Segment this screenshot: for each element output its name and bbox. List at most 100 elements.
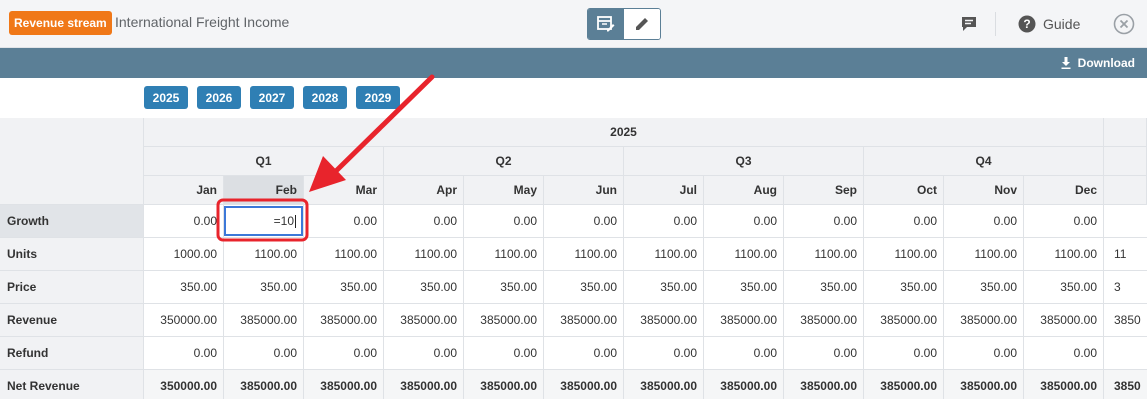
table-cell[interactable]: 350.00: [944, 271, 1024, 304]
year-button-2025[interactable]: 2025: [144, 86, 188, 109]
month-header-feb: Feb: [224, 176, 304, 205]
table-cell[interactable]: 1100.00: [864, 238, 944, 271]
table-cell[interactable]: 385000.00: [304, 304, 384, 337]
table-cell-overflow[interactable]: 3850: [1104, 370, 1147, 399]
table-cell[interactable]: 350.00: [624, 271, 704, 304]
table-cell[interactable]: 1100.00: [544, 238, 624, 271]
month-header-sep: Sep: [784, 176, 864, 205]
table-cell[interactable]: 1100.00: [1024, 238, 1104, 271]
month-header-oct: Oct: [864, 176, 944, 205]
download-label: Download: [1077, 56, 1135, 70]
table-cell[interactable]: 0.00: [944, 205, 1024, 238]
table-cell[interactable]: 0.00: [944, 337, 1024, 370]
table-cell[interactable]: 350.00: [864, 271, 944, 304]
table-cell[interactable]: 385000.00: [384, 304, 464, 337]
year-header: 2025: [144, 118, 1104, 147]
table-cell[interactable]: 1100.00: [384, 238, 464, 271]
table-cell[interactable]: 0.00: [144, 205, 224, 238]
table-cell[interactable]: 385000.00: [624, 304, 704, 337]
year-button-2027[interactable]: 2027: [250, 86, 294, 109]
table-cell[interactable]: 1100.00: [784, 238, 864, 271]
table-cell[interactable]: 385000.00: [304, 370, 384, 399]
month-header-dec: Dec: [1024, 176, 1104, 205]
active-cell-editor[interactable]: =10: [224, 206, 303, 236]
table-cell-overflow[interactable]: [1104, 337, 1147, 370]
table-cell[interactable]: 385000.00: [704, 370, 784, 399]
guide-button[interactable]: ? Guide: [1018, 13, 1080, 35]
table-cell[interactable]: 0.00: [704, 337, 784, 370]
table-cell[interactable]: 385000.00: [704, 304, 784, 337]
table-cell[interactable]: 0.00: [864, 337, 944, 370]
table-cell[interactable]: 0.00: [864, 205, 944, 238]
table-cell[interactable]: 385000.00: [1024, 370, 1104, 399]
table-cell[interactable]: 1100.00: [704, 238, 784, 271]
table-cell[interactable]: 385000.00: [544, 304, 624, 337]
table-cell[interactable]: 385000.00: [1024, 304, 1104, 337]
table-cell[interactable]: 350000.00: [144, 370, 224, 399]
table-cell[interactable]: 0.00: [544, 337, 624, 370]
table-cell[interactable]: 350.00: [704, 271, 784, 304]
table-cell[interactable]: 0.00: [704, 205, 784, 238]
table-cell[interactable]: 0.00: [384, 337, 464, 370]
table-cell[interactable]: 0.00: [784, 205, 864, 238]
table-cell[interactable]: 385000.00: [944, 370, 1024, 399]
table-cell[interactable]: 0.00: [1024, 205, 1104, 238]
table-cell[interactable]: 0.00: [544, 205, 624, 238]
table-cell[interactable]: 385000.00: [464, 304, 544, 337]
table-cell[interactable]: 1100.00: [624, 238, 704, 271]
table-cell[interactable]: 350.00: [1024, 271, 1104, 304]
table-cell[interactable]: 350.00: [784, 271, 864, 304]
table-cell[interactable]: 350.00: [304, 271, 384, 304]
table-cell[interactable]: 385000.00: [864, 370, 944, 399]
table-cell[interactable]: 385000.00: [464, 370, 544, 399]
table-cell-overflow[interactable]: 3: [1104, 271, 1147, 304]
table-cell[interactable]: 0.00: [464, 337, 544, 370]
table-cell[interactable]: 0.00: [464, 205, 544, 238]
table-cell[interactable]: 0.00: [304, 205, 384, 238]
table-cell[interactable]: 385000.00: [224, 304, 304, 337]
quarter-header: Q1: [144, 147, 384, 176]
table-cell[interactable]: 0.00: [1024, 337, 1104, 370]
table-cell[interactable]: 385000.00: [544, 370, 624, 399]
table-cell[interactable]: 385000.00: [784, 304, 864, 337]
table-cell[interactable]: 1100.00: [224, 238, 304, 271]
chat-icon[interactable]: [960, 15, 978, 33]
table-cell[interactable]: 0.00: [224, 337, 304, 370]
table-cell[interactable]: 0.00: [304, 337, 384, 370]
year-button-2028[interactable]: 2028: [303, 86, 347, 109]
page-title: International Freight Income: [115, 14, 290, 30]
download-button[interactable]: Download: [1061, 55, 1135, 71]
table-cell-overflow[interactable]: 11: [1104, 238, 1147, 271]
table-cell[interactable]: 1000.00: [144, 238, 224, 271]
table-cell[interactable]: 0.00: [624, 205, 704, 238]
table-cell-overflow[interactable]: 3850: [1104, 304, 1147, 337]
next-quarter-header-stub: [1104, 147, 1147, 176]
table-cell[interactable]: 385000.00: [944, 304, 1024, 337]
table-cell[interactable]: 0.00: [624, 337, 704, 370]
table-cell[interactable]: 350000.00: [144, 304, 224, 337]
table-cell[interactable]: 385000.00: [784, 370, 864, 399]
close-circle-icon[interactable]: [1113, 13, 1135, 35]
table-cell[interactable]: 385000.00: [384, 370, 464, 399]
edit-view-button[interactable]: [624, 9, 660, 39]
table-cell[interactable]: 385000.00: [224, 370, 304, 399]
table-cell-overflow[interactable]: [1104, 205, 1147, 238]
table-cell[interactable]: 1100.00: [944, 238, 1024, 271]
table-cell[interactable]: 0.00: [384, 205, 464, 238]
row-label: Revenue: [0, 304, 144, 337]
table-cell[interactable]: 0.00: [144, 337, 224, 370]
table-cell[interactable]: 350.00: [224, 271, 304, 304]
table-cell[interactable]: 385000.00: [624, 370, 704, 399]
table-cell[interactable]: 385000.00: [864, 304, 944, 337]
table-cell[interactable]: 350.00: [384, 271, 464, 304]
table-cell[interactable]: 350.00: [144, 271, 224, 304]
year-button-2029[interactable]: 2029: [356, 86, 400, 109]
year-button-2026[interactable]: 2026: [197, 86, 241, 109]
table-cell[interactable]: 350.00: [544, 271, 624, 304]
table-cell[interactable]: 1100.00: [464, 238, 544, 271]
table-cell[interactable]: 0.00: [784, 337, 864, 370]
download-icon: [1061, 57, 1071, 69]
table-cell[interactable]: 350.00: [464, 271, 544, 304]
table-cell[interactable]: 1100.00: [304, 238, 384, 271]
table-view-button[interactable]: [588, 9, 624, 39]
